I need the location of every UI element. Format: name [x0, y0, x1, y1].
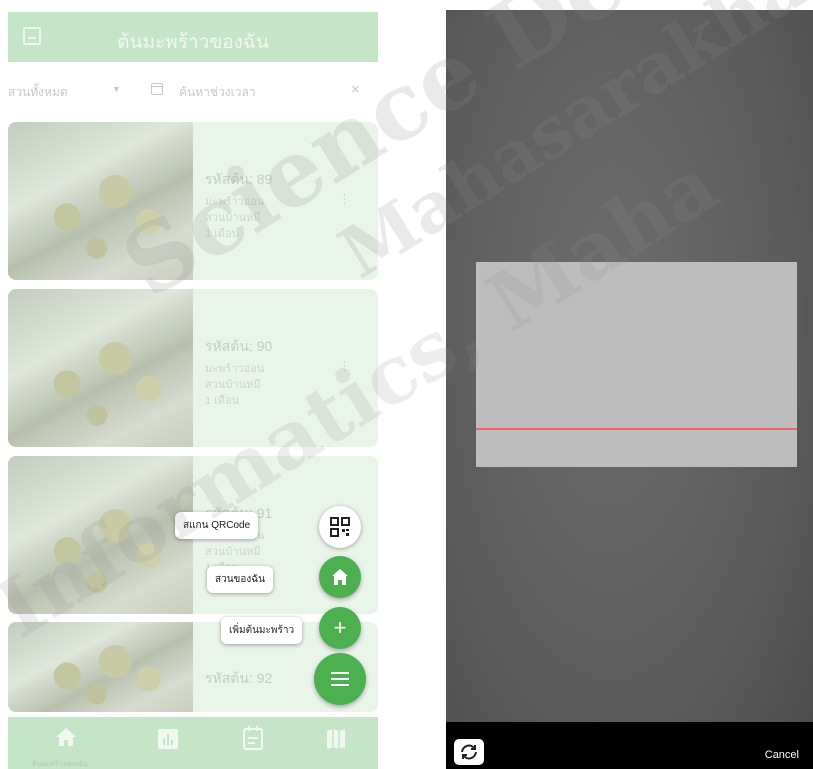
coconut-tree-photo [8, 622, 193, 712]
tree-id: รหัสต้น: 90 [205, 338, 273, 354]
map-nav-icon[interactable] [326, 728, 346, 755]
tree-card[interactable]: รหัสต้น: 89 มะพร้าวอ่อน สวนบ้านหมี 1 เดื… [8, 122, 378, 280]
close-icon[interactable]: × [351, 81, 360, 98]
tree-card[interactable]: รหัสต้น: 90 มะพร้าวอ่อน สวนบ้านหมี 1 เดื… [8, 289, 378, 447]
scan-line [476, 428, 797, 430]
my-garden-label[interactable]: สวนของฉัน [207, 566, 273, 593]
app-bar: ต้นมะพร้าวของฉัน [8, 12, 378, 62]
camera-bottom-bar: Cancel [446, 722, 813, 769]
qr-scanner-screen: Cancel [446, 10, 813, 769]
tree-id: รหัสต้น: 89 [205, 171, 273, 187]
coconut-tree-photo [8, 456, 193, 614]
scan-area [476, 262, 797, 467]
garden-select[interactable]: สวนทั้งหมด [8, 83, 68, 102]
filter-bar: สวนทั้งหมด ▼ ค้นหาช่วงเวลา × [0, 70, 383, 110]
chart-nav-icon[interactable] [158, 729, 178, 754]
add-icon[interactable]: + [319, 607, 361, 649]
qr-code-icon[interactable] [319, 506, 361, 548]
coconut-tree-photo [8, 122, 193, 280]
cancel-button[interactable]: Cancel [765, 749, 799, 761]
tree-age: 1 เดือน [205, 228, 240, 240]
more-vert-icon[interactable]: ⋮ [338, 191, 351, 207]
menu-toggle-icon[interactable] [314, 653, 366, 705]
bottom-navigation: ต้นมะพร้าวของฉัน [8, 717, 378, 769]
switch-camera-icon[interactable] [454, 739, 484, 765]
calendar-nav-icon[interactable] [243, 726, 263, 755]
home-nav-icon[interactable] [55, 727, 77, 752]
chevron-down-icon[interactable]: ▼ [112, 84, 121, 94]
home-icon[interactable] [319, 556, 361, 598]
tree-id: รหัสต้น: 92 [205, 670, 273, 686]
coconut-tree-photo [8, 289, 193, 447]
more-vert-icon[interactable]: ⋮ [338, 358, 351, 374]
tree-list-screen: ต้นมะพร้าวของฉัน สวนทั้งหมด ▼ ค้นหาช่วงเ… [0, 0, 383, 769]
page-title: ต้นมะพร้าวของฉัน [117, 32, 269, 53]
add-tree-label[interactable]: เพิ่มต้นมะพร้าว [221, 617, 303, 644]
home-nav-label: ต้นมะพร้าวของฉัน [32, 761, 88, 768]
scan-qrcode-label[interactable]: สแกน QRCode [175, 512, 259, 539]
calendar-icon[interactable] [151, 83, 163, 95]
date-range-search-input[interactable]: ค้นหาช่วงเวลา [179, 83, 256, 102]
tree-age: 1 เดือน [205, 395, 240, 407]
